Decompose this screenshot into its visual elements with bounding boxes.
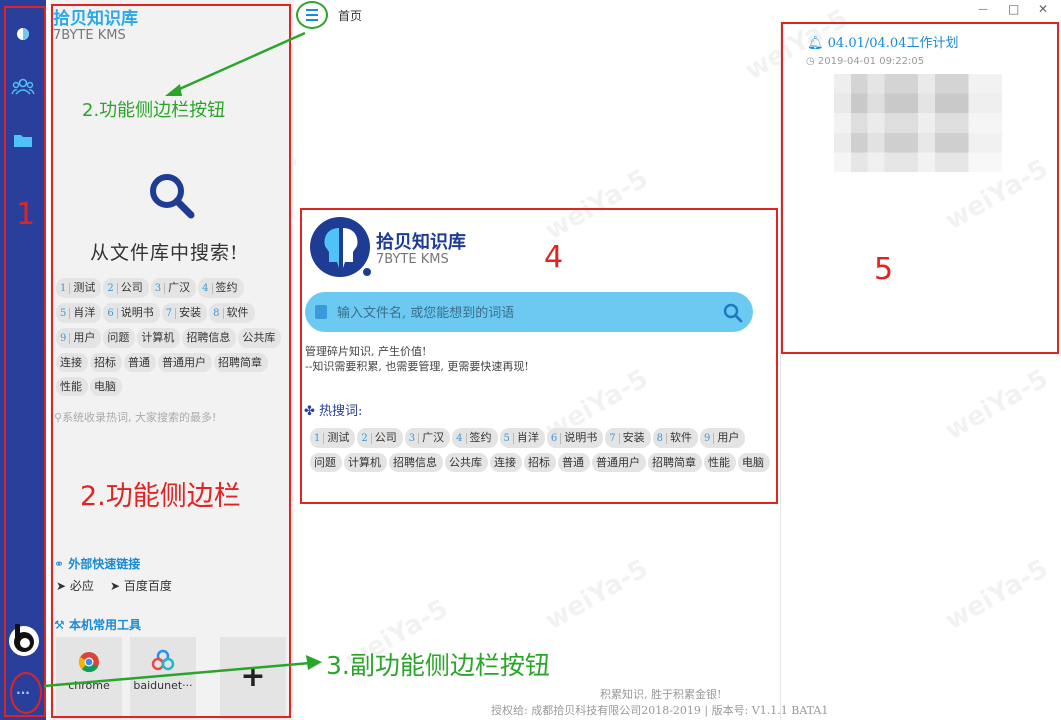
annotation-label-sub-button: 3.副功能侧边栏按钮 [326,651,550,680]
annotation-label-nav-button: 2.功能侧边栏按钮 [82,100,226,121]
